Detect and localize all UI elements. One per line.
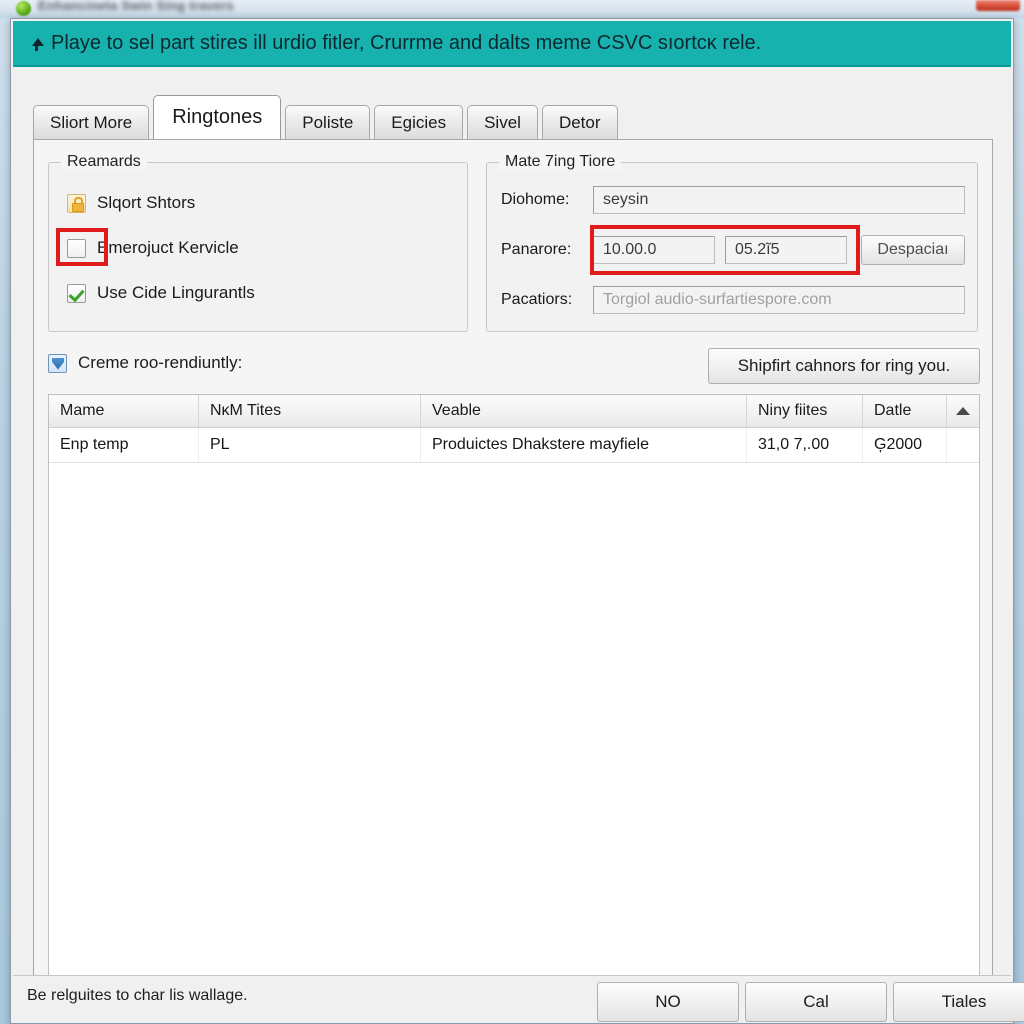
parent-window-titlebar: Enhancineta Swin Sing travers — [0, 0, 1024, 18]
column-header-veable[interactable]: Veable — [421, 395, 747, 427]
app-globe-icon — [16, 1, 31, 16]
cal-button[interactable]: Cal — [745, 982, 887, 1022]
cell-veable: Produictes Dhakstere mayfiele — [421, 428, 747, 462]
info-banner: Playe to sel part stires ill urdio fitle… — [13, 21, 1011, 67]
pacatiors-input[interactable]: Torgiol audio-surfartiespore.com — [593, 286, 965, 314]
panarore-input-first[interactable]: 10.00.0 — [593, 236, 715, 264]
status-text: Be relguites to char lis wallage. — [27, 987, 248, 1004]
up-arrow-icon — [29, 34, 44, 52]
tab-egicies[interactable]: Egicies — [374, 105, 464, 139]
no-button[interactable]: NO — [597, 982, 739, 1022]
rewards-group: Reamards Slqort Shtors Emerojuct Kervicl… — [48, 153, 468, 332]
option-label-use-cide-lingurantls: Use Cide Lingurantls — [97, 283, 255, 302]
info-banner-text: Playe to sel part stires ill urdio fitle… — [51, 31, 762, 54]
cell-datle: Ģ2000 — [863, 428, 947, 462]
mid-row: Creme roo-rendiuntly: Shipfirt cahnors f… — [48, 348, 980, 384]
parent-window-title: Enhancineta Swin Sing travers — [38, 0, 234, 13]
tab-content-panel: Reamards Slqort Shtors Emerojuct Kervicl… — [33, 139, 993, 999]
mate-group-legend: Mate 7ing Tiore — [499, 153, 622, 171]
cell-sort-spacer — [947, 428, 979, 462]
sort-ascending-icon — [956, 407, 970, 415]
field-label-pacatiors: Pacatiors: — [501, 291, 573, 308]
creme-checkbox-label: Creme roo-rendiuntly: — [78, 353, 243, 372]
option-row-slqort-shtors[interactable]: Slqort Shtors — [67, 191, 195, 215]
tab-ringtones[interactable]: Ringtones — [153, 95, 282, 139]
cell-mame: Enp temp — [49, 428, 199, 462]
dialog-footer: Be relguites to char lis wallage. NO Cal… — [13, 975, 1024, 1022]
column-header-sort[interactable] — [947, 395, 979, 427]
tab-strip: Sliort More Ringtones Poliste Egicies Si… — [33, 95, 993, 139]
column-header-nkm-tites[interactable]: NĸM Tites — [199, 395, 421, 427]
close-window-button[interactable] — [976, 0, 1020, 11]
field-label-panarore: Panarore: — [501, 241, 572, 258]
option-label-emerojuct-kervicle: Emerojuct Kervicle — [97, 238, 239, 257]
desktop-background: Enhancineta Swin Sing travers Playe to s… — [0, 0, 1024, 1024]
tiales-button[interactable]: Tiales — [893, 982, 1024, 1022]
field-row-pacatiors: Pacatiors: Torgiol audio-surfartiespore.… — [501, 285, 965, 315]
diohome-input[interactable]: seysin — [593, 186, 965, 214]
rewards-group-legend: Reamards — [61, 153, 147, 171]
shipfirt-cahnors-button[interactable]: Shipfirt cahnors for ring you. — [708, 348, 980, 384]
checkbox-use-cide-lingurantls[interactable] — [67, 283, 86, 303]
cell-nkm-tites: PL — [199, 428, 421, 462]
tab-poliste[interactable]: Poliste — [285, 105, 371, 139]
lock-icon — [67, 193, 86, 213]
option-row-emerojuct-kervicle[interactable]: Emerojuct Kervicle — [67, 236, 239, 260]
option-row-use-cide-lingurantls[interactable]: Use Cide Lingurantls — [67, 281, 255, 305]
despacia-button[interactable]: Despaciaı — [861, 235, 965, 265]
option-label-slqort-shtors: Slqort Shtors — [97, 193, 196, 212]
field-row-panarore: Panarore: 10.00.0 05.2ĩ5 Despaciaı — [501, 235, 965, 265]
blue-checkbox-icon[interactable] — [48, 353, 67, 373]
creme-checkbox-row[interactable]: Creme roo-rendiuntly: — [48, 353, 242, 373]
table-row[interactable]: Enp temp PL Produictes Dhakstere mayfiel… — [49, 428, 979, 463]
tab-sivel[interactable]: Sivel — [467, 105, 538, 139]
field-label-diohome: Diohome: — [501, 191, 570, 208]
column-header-datle[interactable]: Datle — [863, 395, 947, 427]
cell-niny-fiites: 31,0 7,.00 — [747, 428, 863, 462]
panarore-input-second[interactable]: 05.2ĩ5 — [725, 236, 847, 264]
table-header-row: Mame NĸM Tites Veable Niny fiites Datle — [49, 395, 979, 428]
tab-detor[interactable]: Detor — [541, 105, 618, 139]
checkbox-emerojuct-kervicle[interactable] — [67, 238, 86, 258]
column-header-mame[interactable]: Mame — [49, 395, 199, 427]
tab-sliort-more[interactable]: Sliort More — [33, 105, 150, 139]
column-header-niny-fiites[interactable]: Niny fiites — [747, 395, 863, 427]
field-row-diohome: Diohome: seysin — [501, 185, 965, 215]
mate-group: Mate 7ing Tiore Diohome: seysin Panarore… — [486, 153, 978, 332]
items-table: Mame NĸM Tites Veable Niny fiites Datle … — [48, 394, 980, 986]
settings-dialog: Playe to sel part stires ill urdio fitle… — [10, 18, 1024, 1024]
